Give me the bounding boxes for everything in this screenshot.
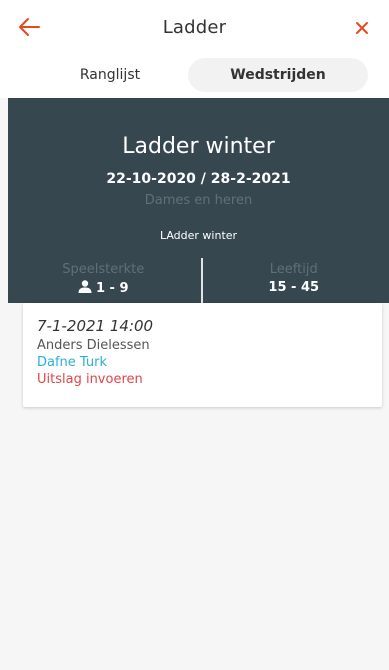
close-icon	[355, 20, 369, 39]
stat-age-label: Leeftijd	[269, 262, 318, 277]
match-player-2[interactable]: Dafne Turk	[37, 355, 368, 370]
competition-header: Ladder winter 22-10-2020 / 28-2-2021 Dam…	[8, 98, 389, 303]
tab-ranglijst[interactable]: Ranglijst	[20, 58, 200, 92]
stat-age-value: 15 - 45	[268, 280, 320, 295]
match-datetime: 7-1-2021 14:00	[37, 317, 154, 335]
page-title: Ladder	[162, 17, 227, 38]
competition-stats: Speelsterkte 1 - 9 Leeftijd 15 - 45	[8, 258, 389, 303]
competition-category: Dames en heren	[144, 193, 253, 208]
match-card[interactable]: 7-1-2021 14:00 Anders Dielessen Dafne Tu…	[23, 303, 382, 407]
tab-wedstrijden[interactable]: Wedstrijden	[188, 58, 368, 92]
stat-age: Leeftijd 15 - 45	[199, 258, 389, 295]
stat-strength-label: Speelsterkte	[62, 262, 145, 277]
tab-bar: Ranglijst Wedstrijden	[0, 58, 389, 98]
stat-strength: Speelsterkte 1 - 9	[8, 258, 199, 297]
enter-result-link[interactable]: Uitslag invoeren	[37, 372, 368, 387]
competition-name: Ladder winter	[122, 134, 275, 159]
app-header: Ladder	[0, 0, 389, 58]
stat-strength-value-row: 1 - 9	[8, 280, 199, 297]
close-button[interactable]	[347, 14, 377, 44]
user-icon	[78, 280, 92, 297]
competition-description: LAdder winter	[159, 229, 238, 242]
stat-strength-value: 1 - 9	[95, 281, 129, 296]
competition-dates: 22-10-2020 / 28-2-2021	[106, 171, 291, 187]
match-player-1: Anders Dielessen	[37, 338, 150, 353]
